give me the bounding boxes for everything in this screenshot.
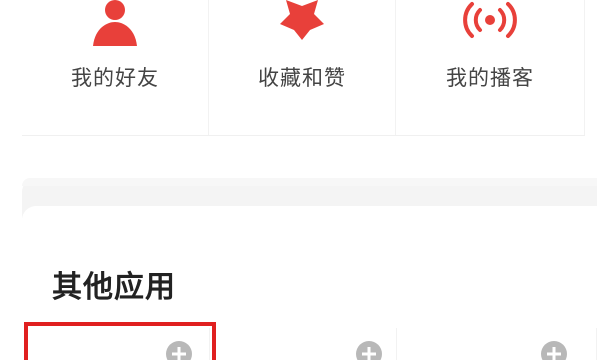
shortcut-my-friends[interactable]: 我的好友 (22, 0, 209, 135)
shortcut-grid: 我的好友 收藏和赞 我的播客 (22, 0, 585, 136)
add-circle-icon[interactable] (355, 340, 383, 360)
profile-menu-screen: 我的好友 收藏和赞 我的播客 其他应用 (0, 0, 597, 360)
broadcast-icon (463, 2, 517, 38)
section-divider-edge (22, 178, 597, 186)
shortcut-my-podcast[interactable]: 我的播客 (396, 0, 585, 135)
add-circle-icon[interactable] (165, 340, 193, 360)
shortcut-label: 我的播客 (446, 66, 534, 90)
shortcut-label: 我的好友 (71, 66, 159, 90)
friends-icon (93, 0, 137, 46)
section-title: 其他应用 (52, 270, 176, 305)
star-icon (280, 0, 324, 40)
shortcut-label: 收藏和赞 (258, 66, 346, 90)
shortcut-favorites-likes[interactable]: 收藏和赞 (209, 0, 396, 135)
add-circle-icon[interactable] (540, 340, 568, 360)
